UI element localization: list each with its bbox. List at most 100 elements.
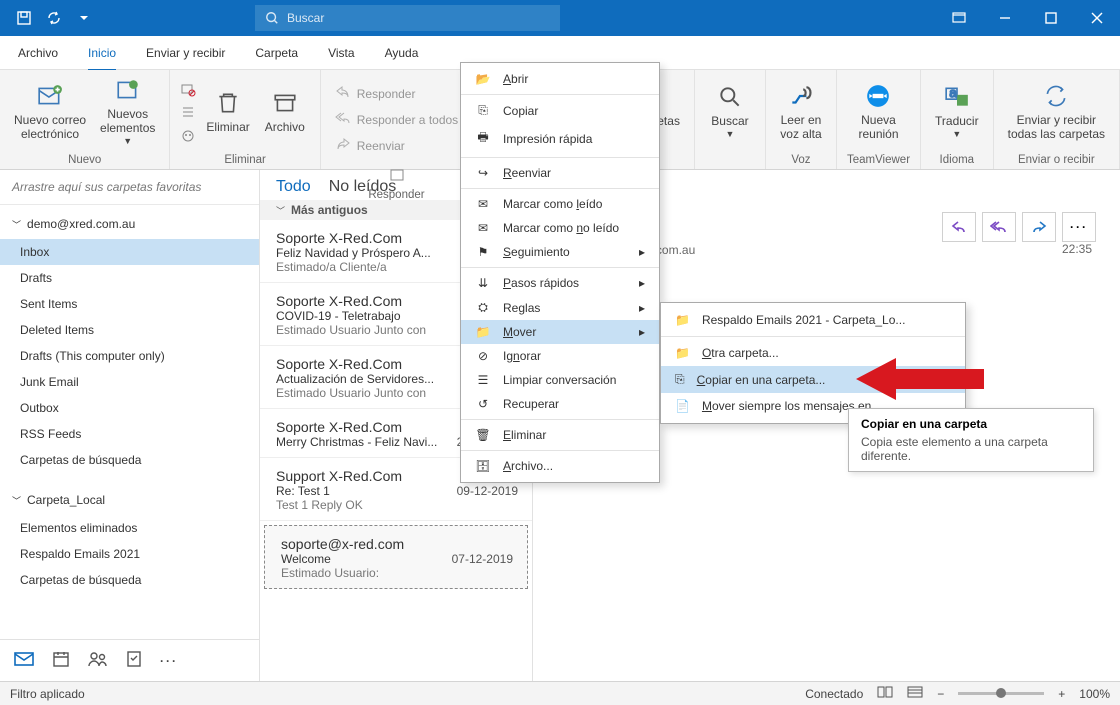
reply-action-button[interactable]	[942, 212, 976, 242]
message-preview: Estimado Usuario:	[281, 566, 511, 580]
folder-inbox[interactable]: Inbox	[0, 239, 259, 265]
folder-drafts-local[interactable]: Drafts (This computer only)	[0, 343, 259, 369]
calendar-module-icon[interactable]	[52, 650, 70, 671]
sync-icon[interactable]	[46, 10, 62, 26]
zoom-in-button[interactable]: +	[1058, 687, 1065, 701]
trash-icon	[215, 90, 241, 119]
filter-noleidos[interactable]: No leídos	[329, 178, 397, 196]
folder-drafts[interactable]: Drafts	[0, 265, 259, 291]
folder-search[interactable]: Carpetas de búsqueda	[0, 447, 259, 473]
zoom-slider[interactable]	[958, 692, 1044, 695]
mail-module-icon[interactable]	[14, 651, 34, 670]
junk-icon[interactable]	[180, 128, 196, 147]
find-button[interactable]: Buscar▼	[705, 76, 755, 148]
ctx-marcar-noleido[interactable]: ✉Marcar como no leído	[461, 216, 659, 240]
folder-rss[interactable]: RSS Feeds	[0, 421, 259, 447]
window-present-icon[interactable]	[936, 0, 982, 36]
folder-icon: 📁	[675, 313, 690, 327]
folder-junk[interactable]: Junk Email	[0, 369, 259, 395]
submenu-recent-folder[interactable]: 📁Respaldo Emails 2021 - Carpeta_Lo...	[661, 307, 965, 333]
archive-button[interactable]: Archivo	[260, 76, 310, 148]
people-module-icon[interactable]	[88, 651, 108, 670]
ribbon-group-team: TeamViewer	[847, 151, 910, 169]
folder-outbox[interactable]: Outbox	[0, 395, 259, 421]
teamviewer-button[interactable]: Nueva reunión	[853, 76, 903, 148]
ctx-pasos[interactable]: ⇊Pasos rápidos▸	[461, 271, 659, 295]
ctx-reenviar[interactable]: ↪Reenviar	[461, 161, 659, 185]
new-items-button[interactable]: Nuevos elementos▼	[96, 76, 159, 148]
search-box[interactable]	[255, 5, 560, 31]
delete-button[interactable]: Eliminar	[202, 76, 253, 148]
folder-search2[interactable]: Carpetas de búsqueda	[0, 567, 259, 593]
message-subject-line: COVID-19 - Teletrabajo	[276, 309, 456, 323]
message-subject-line: Re: Test 1	[276, 484, 456, 498]
tab-archivo[interactable]: Archivo	[18, 36, 58, 70]
ctx-mover[interactable]: 📁Mover▸	[461, 320, 659, 344]
ctx-reglas[interactable]: ⛭Reglas▸	[461, 295, 659, 320]
local-pst-header[interactable]: ﹀Carpeta_Local	[0, 485, 259, 515]
forward-action-button[interactable]	[1022, 212, 1056, 242]
maximize-button[interactable]	[1028, 0, 1074, 36]
title-bar	[0, 0, 1120, 36]
context-menu: 📂Abrir ⎘Copiar 🖶Impresión rápida ↪Reenvi…	[460, 62, 660, 483]
folder-sent[interactable]: Sent Items	[0, 291, 259, 317]
ctx-seguimiento[interactable]: ⚑Seguimiento▸	[461, 240, 659, 264]
dropdown-icon[interactable]	[76, 10, 92, 26]
tab-enviar[interactable]: Enviar y recibir	[146, 36, 225, 70]
ctx-marcar-leido[interactable]: ✉Marcar como leído	[461, 192, 659, 216]
tab-inicio[interactable]: Inicio	[88, 36, 116, 70]
more-actions-button[interactable]: ···	[1062, 212, 1096, 242]
reply-all-icon	[335, 110, 351, 129]
status-connection: Conectado	[805, 687, 863, 701]
move-icon: 📁	[475, 325, 491, 339]
folder-eliminados[interactable]: Elementos eliminados	[0, 515, 259, 541]
ctx-limpiar[interactable]: ☰Limpiar conversación	[461, 368, 659, 392]
reply-all-action-button[interactable]	[982, 212, 1016, 242]
ctx-abrir[interactable]: 📂Abrir	[461, 67, 659, 91]
close-button[interactable]	[1074, 0, 1120, 36]
reply-icon	[335, 84, 351, 103]
view-normal-icon[interactable]	[877, 685, 893, 702]
zoom-out-button[interactable]: −	[937, 687, 944, 701]
new-mail-button[interactable]: Nuevo correo electrónico	[10, 76, 90, 148]
ignore-icon[interactable]	[180, 82, 196, 101]
ctx-eliminar[interactable]: 🗑Eliminar	[461, 423, 659, 447]
view-reading-icon[interactable]	[907, 685, 923, 702]
steps-icon: ⇊	[475, 276, 491, 290]
translate-icon: a	[944, 84, 970, 113]
ctx-impresion[interactable]: 🖶Impresión rápida	[461, 123, 659, 154]
message-sender: soporte@x-red.com	[281, 536, 511, 552]
tasks-module-icon[interactable]	[126, 650, 142, 671]
flag-icon: ⚑	[475, 245, 491, 259]
nav-module-switcher: ···	[0, 639, 259, 681]
search-input[interactable]	[287, 11, 550, 25]
more-modules-icon[interactable]: ···	[160, 654, 178, 668]
favorites-drop-hint[interactable]: Arrastre aquí sus carpetas favoritas	[0, 170, 259, 205]
ctx-recuperar[interactable]: ↺Recuperar	[461, 392, 659, 416]
reply-button[interactable]: Responder	[331, 82, 462, 105]
tab-carpeta[interactable]: Carpeta	[255, 36, 298, 70]
account-header[interactable]: ﹀demo@xred.com.au	[0, 209, 259, 239]
search-icon	[265, 11, 279, 25]
tab-vista[interactable]: Vista	[328, 36, 354, 70]
tab-ayuda[interactable]: Ayuda	[385, 36, 419, 70]
mail-closed-icon: ✉	[475, 221, 491, 235]
minimize-button[interactable]	[982, 0, 1028, 36]
send-receive-button[interactable]: Enviar y recibir todas las carpetas	[1004, 76, 1109, 148]
message-item[interactable]: soporte@x-red.com Welcome Estimado Usuar…	[264, 525, 528, 589]
message-date: 07-12-2019	[452, 552, 513, 566]
recover-icon: ↺	[475, 397, 491, 411]
ctx-ignorar[interactable]: ⊘Ignorar	[461, 344, 659, 368]
folder-respaldo[interactable]: Respaldo Emails 2021	[0, 541, 259, 567]
cleanup-icon[interactable]	[180, 105, 196, 124]
folder-deleted[interactable]: Deleted Items	[0, 317, 259, 343]
translate-button[interactable]: aTraducir▼	[931, 76, 983, 148]
save-icon[interactable]	[16, 10, 32, 26]
read-aloud-button[interactable]: Leer en voz alta	[776, 76, 826, 148]
ctx-copiar[interactable]: ⎘Copiar	[461, 98, 659, 123]
reply-all-button[interactable]: Responder a todos	[331, 108, 462, 131]
ctx-archivo[interactable]: 🗄Archivo...	[461, 454, 659, 478]
filter-todo[interactable]: Todo	[276, 178, 311, 196]
forward-button[interactable]: Reenviar	[331, 134, 462, 157]
ribbon-group-idioma: Idioma	[940, 151, 975, 169]
